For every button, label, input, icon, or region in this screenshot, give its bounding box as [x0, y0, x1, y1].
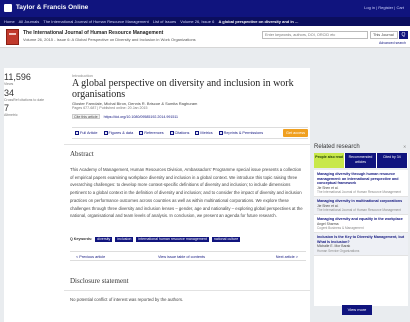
abstract-heading: Abstract	[70, 150, 94, 158]
doi-link[interactable]: https://doi.org/10.1080/09585192.2014.99…	[104, 115, 178, 119]
breadcrumb-volume[interactable]: Volume 26, Issue 6	[180, 19, 214, 24]
tab-label: Reprints & Permissions	[223, 131, 264, 135]
journal-cover-image[interactable]	[6, 29, 19, 45]
keyword-tag[interactable]: inclusion	[115, 237, 134, 242]
journal-title[interactable]: The International Journal of Human Resou…	[23, 30, 163, 36]
views-count: 11,596	[4, 72, 31, 82]
site-logo[interactable]: Taylor & Francis Online	[4, 4, 94, 14]
site-logo-text: Taylor & Francis Online	[15, 4, 89, 11]
views-label: Views	[4, 82, 14, 86]
article-pager: < Previous article View issue table of c…	[70, 251, 306, 261]
collapse-icon[interactable]: ✕	[403, 144, 406, 149]
tab-figures[interactable]: Figures & data	[101, 128, 137, 138]
issue-toc-link[interactable]: View issue table of contents	[158, 255, 205, 259]
related-item[interactable]: Managing diversity through human resourc…	[314, 170, 408, 198]
tab-cited-by[interactable]: Cited by 34	[376, 153, 408, 168]
journal-volume-line: Volume 26, 2015 - Issue 6: A Global Pers…	[23, 37, 196, 42]
related-journal: Cogent Business & Management	[317, 226, 364, 231]
disclosure-text: No potential conflict of interest was re…	[70, 297, 184, 302]
keyword-tag[interactable]: national culture	[211, 237, 241, 242]
tab-label: Figures & data	[108, 131, 134, 135]
related-item[interactable]: Inclusion Is the Key to Diversity Manage…	[314, 233, 408, 256]
search-scope-select[interactable]: This Journal	[370, 31, 398, 39]
breadcrumb-issues[interactable]: List of Issues	[153, 19, 176, 24]
related-journal: The International Journal of Human Resou…	[317, 208, 401, 213]
tf-logo-icon	[4, 4, 12, 12]
advanced-search-link[interactable]: Advanced search	[379, 41, 406, 45]
tab-label: References	[144, 131, 164, 135]
crossref-label: CrossRef citations to date	[4, 97, 45, 102]
divider	[64, 144, 310, 145]
article-badges: Cite this article https://doi.org/10.108…	[72, 114, 308, 120]
breadcrumb: Home All Journals The International Jour…	[0, 17, 410, 26]
chart-icon	[195, 131, 200, 135]
related-tabs: People also read Recommended articles Ci…	[314, 153, 408, 168]
related-item[interactable]: Managing diversity in multinational corp…	[314, 197, 408, 216]
tab-recommended-articles[interactable]: Recommended articles	[345, 153, 377, 168]
abstract-text: This Academy of Management, Human Resour…	[70, 167, 303, 219]
breadcrumb-journal[interactable]: The International Journal of Human Resou…	[43, 19, 148, 24]
tab-references[interactable]: References	[136, 128, 166, 138]
article-title: A global perspective on diversity and in…	[72, 78, 294, 100]
tab-metrics[interactable]: Metrics	[192, 128, 215, 138]
breadcrumb-current: A global perspective on diversity and in…	[218, 19, 299, 24]
tab-label: Citations	[174, 131, 190, 135]
related-journal: Human Service Organizations	[317, 248, 360, 253]
related-title[interactable]: Managing diversity through human resourc…	[317, 172, 406, 186]
tab-citations[interactable]: Citations	[167, 128, 193, 138]
article-metrics: 11,596 Views 34 CrossRef citations to da…	[4, 72, 59, 119]
tab-label: Metrics	[200, 131, 213, 135]
tab-label: Full Article	[80, 131, 98, 135]
list-icon	[139, 131, 144, 135]
related-list: Managing diversity through human resourc…	[314, 170, 408, 306]
document-icon	[75, 131, 79, 135]
article-pages: Pages 677-687 | Published online: 20 Jan…	[72, 106, 148, 110]
related-research-heading: Related research	[314, 144, 360, 150]
keywords-label: Q Keywords:	[70, 237, 93, 241]
keyword-tag[interactable]: international human resource management	[136, 237, 209, 242]
breadcrumb-home[interactable]: Home	[4, 19, 15, 24]
previous-article-link[interactable]: < Previous article	[76, 255, 105, 259]
keywords-row: Q Keywords: diversity inclusion internat…	[70, 237, 306, 243]
tab-full-article[interactable]: Full Article	[72, 128, 101, 138]
altmetric-count[interactable]: 7	[4, 103, 59, 113]
site-header: Taylor & Francis Online Log in | Registe…	[0, 0, 410, 17]
print-icon	[218, 131, 223, 135]
related-item[interactable]: Managing diversity and equality in the w…	[314, 215, 408, 234]
search-button[interactable]: Q	[399, 31, 408, 39]
next-article-link[interactable]: Next article >	[276, 255, 298, 259]
related-journal: The International Journal of Human Resou…	[317, 190, 401, 195]
disclosure-heading: Disclosure statement	[70, 277, 129, 285]
get-access-button[interactable]: Get access	[283, 129, 308, 137]
tab-people-also-read[interactable]: People also read	[314, 153, 346, 168]
cite-badge[interactable]: Cite this article	[72, 114, 100, 119]
view-more-button[interactable]: View more	[342, 305, 372, 315]
search-input[interactable]: Enter keywords, authors, DOI, ORCID etc	[262, 31, 368, 39]
tab-reprints[interactable]: Reprints & Permissions	[216, 128, 266, 138]
breadcrumb-all-journals[interactable]: All Journals	[19, 19, 40, 24]
article-tabs: Full Article Figures & data References C…	[72, 127, 308, 139]
altmetric-label: Altmetric	[4, 113, 18, 117]
divider	[64, 290, 310, 291]
account-links[interactable]: Log in | Register | Cart	[364, 5, 404, 10]
image-icon	[103, 131, 108, 135]
crossref-count[interactable]: 34	[4, 88, 59, 98]
journal-header: The International Journal of Human Resou…	[0, 26, 410, 48]
quote-icon	[169, 131, 174, 135]
keyword-tag[interactable]: diversity	[95, 237, 113, 242]
related-title[interactable]: Inclusion Is the Key to Diversity Manage…	[317, 235, 406, 244]
